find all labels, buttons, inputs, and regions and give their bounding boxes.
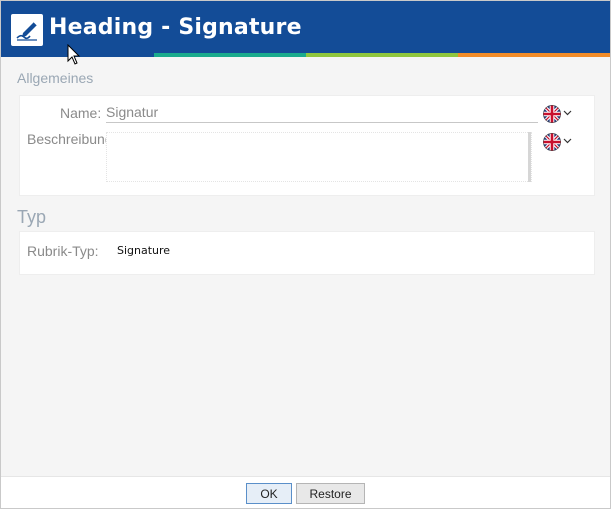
button-bar: OK Restore (1, 476, 610, 508)
chevron-down-icon (563, 110, 572, 116)
name-input[interactable] (106, 102, 538, 123)
description-label: Beschreibung: (27, 131, 117, 147)
signature-pen-icon (11, 14, 43, 46)
mouse-cursor-icon (67, 44, 81, 65)
uk-flag-icon (543, 133, 561, 151)
general-panel: Name: Beschreibung: (19, 95, 595, 196)
dialog-window: Heading - Signature Allgemeines Name: Be… (0, 0, 611, 509)
rubric-type-label: Rubrik-Typ: (27, 243, 99, 259)
uk-flag-icon (543, 105, 561, 123)
description-language-select[interactable] (543, 132, 577, 152)
section-heading-type: Typ (17, 207, 47, 227)
name-label: Name: (60, 105, 102, 121)
accent-stripe-green (306, 53, 458, 57)
dialog-title: Heading - Signature (49, 15, 302, 40)
accent-stripe-orange (458, 53, 610, 57)
rubric-type-value: Signature (117, 244, 171, 257)
type-panel: Rubrik-Typ: Signature (19, 231, 595, 275)
restore-button[interactable]: Restore (296, 483, 365, 504)
description-textarea[interactable] (106, 132, 532, 182)
name-language-select[interactable] (543, 104, 577, 124)
title-bar: Heading - Signature (1, 1, 610, 57)
chevron-down-icon (563, 138, 572, 144)
description-scrollbar[interactable] (528, 132, 531, 182)
ok-button[interactable]: OK (246, 483, 292, 504)
section-heading-general: Allgemeines (17, 70, 94, 86)
accent-stripe-teal (154, 53, 306, 57)
